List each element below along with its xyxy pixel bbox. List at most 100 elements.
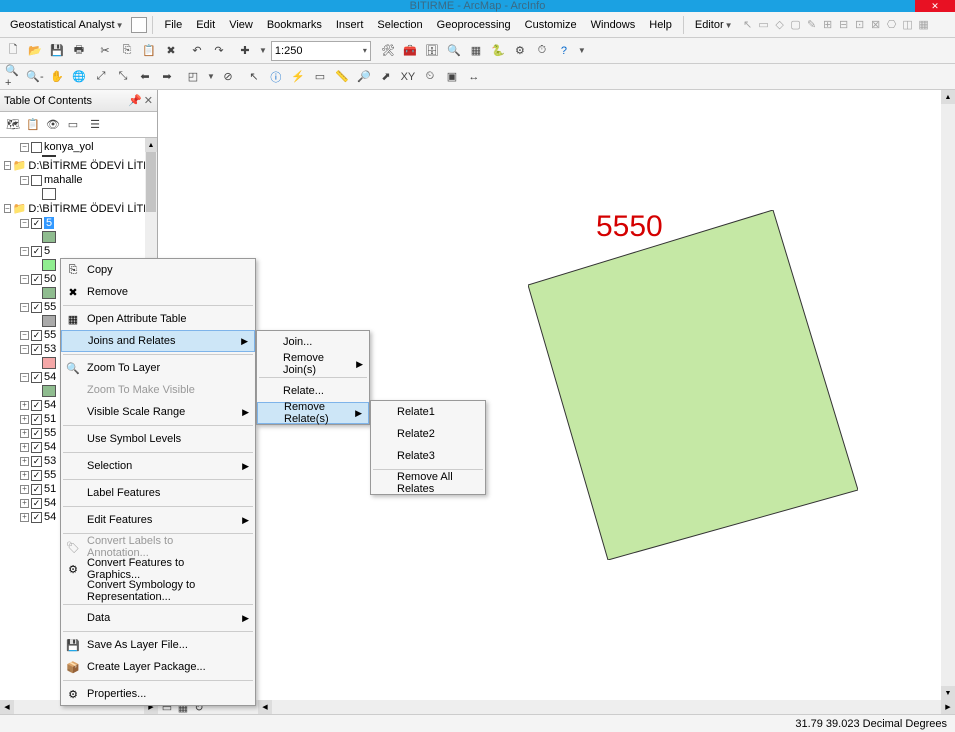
ctx-relate[interactable]: Relate... <box>257 380 369 402</box>
paste-icon[interactable]: 📋 <box>140 42 158 60</box>
ctx-remove-all-relates[interactable]: Remove All Relates <box>371 472 485 494</box>
clear-selection-icon[interactable]: ⊘ <box>219 68 237 86</box>
print-icon[interactable]: 🖶 <box>70 42 88 60</box>
datasource-path-2[interactable]: D:\BİTİRME ÖDEVİ LİTERATÜ <box>28 203 157 215</box>
ctx-remove-joins[interactable]: Remove Join(s)▶ <box>257 353 369 375</box>
scroll-left-icon[interactable]: ◀ <box>258 700 272 714</box>
search-icon[interactable]: 🔍 <box>445 42 463 60</box>
geostat-icon[interactable] <box>131 17 147 33</box>
ctx-selection[interactable]: Selection▶ <box>61 455 255 477</box>
menu-geoprocessing[interactable]: Geoprocessing <box>431 17 517 33</box>
close-panel-icon[interactable]: ✕ <box>144 94 153 107</box>
zoom-out-icon[interactable]: 🔍- <box>26 68 44 86</box>
scroll-right-icon[interactable]: ▶ <box>941 700 955 714</box>
list-by-visibility-icon[interactable]: 👁 <box>44 116 62 134</box>
find-route-icon[interactable]: ⬈ <box>377 68 395 86</box>
ctx-zoom-to-layer[interactable]: 🔍Zoom To Layer <box>61 357 255 379</box>
ctx-properties[interactable]: ⚙Properties... <box>61 683 255 705</box>
zoom-in-icon[interactable]: 🔍+ <box>4 68 22 86</box>
scroll-thumb[interactable] <box>146 152 156 212</box>
ctx-relate1[interactable]: Relate1 <box>371 401 485 423</box>
scroll-up-icon[interactable]: ▲ <box>941 90 955 104</box>
layer-row[interactable]: 55 <box>44 329 56 341</box>
ctx-label-features[interactable]: Label Features <box>61 482 255 504</box>
scroll-down-icon[interactable]: ▼ <box>941 686 955 700</box>
layer-row[interactable]: 53 <box>44 343 56 355</box>
model-icon[interactable]: ⚙ <box>511 42 529 60</box>
swipe-icon[interactable]: ↔ <box>465 68 483 86</box>
layer-row[interactable]: 54 <box>44 511 56 523</box>
html-popup-icon[interactable]: ▭ <box>311 68 329 86</box>
menu-help[interactable]: Help <box>643 17 678 33</box>
next-extent-icon[interactable]: ➡ <box>158 68 176 86</box>
layer-row[interactable]: 5 <box>44 245 50 257</box>
copy-icon[interactable]: ⎘ <box>118 42 136 60</box>
catalog-icon[interactable]: 🗄 <box>423 42 441 60</box>
delete-icon[interactable]: ✖ <box>162 42 180 60</box>
editor-menu[interactable]: Editor▼ <box>689 17 739 33</box>
viewer-window-icon[interactable]: ▣ <box>443 68 461 86</box>
pin-icon[interactable]: 📌 <box>128 94 142 107</box>
menu-file[interactable]: File <box>158 17 188 33</box>
map-hscroll[interactable]: ◀ ▶ <box>258 700 955 714</box>
layer-mahalle[interactable]: mahalle <box>44 174 83 186</box>
layer-row[interactable]: 50 <box>44 273 56 285</box>
scale-combo[interactable]: 1:250 ▾ <box>271 41 371 61</box>
add-data-icon[interactable]: ✚ <box>236 42 254 60</box>
ctx-use-symbol-levels[interactable]: Use Symbol Levels <box>61 428 255 450</box>
list-by-drawing-order-icon[interactable]: 🗺 <box>4 116 22 134</box>
ctx-relate3[interactable]: Relate3 <box>371 445 485 467</box>
layer-selected[interactable]: 5 <box>44 217 54 229</box>
ctx-edit-features[interactable]: Edit Features▶ <box>61 509 255 531</box>
hyperlink-icon[interactable]: ⚡ <box>289 68 307 86</box>
close-button[interactable]: ✕ <box>915 0 955 12</box>
select-elements-icon[interactable]: ↖ <box>245 68 263 86</box>
menu-bookmarks[interactable]: Bookmarks <box>261 17 328 33</box>
cut-icon[interactable]: ✂ <box>96 42 114 60</box>
ctx-visible-scale-range[interactable]: Visible Scale Range▶ <box>61 401 255 423</box>
menu-insert[interactable]: Insert <box>330 17 370 33</box>
menu-selection[interactable]: Selection <box>371 17 428 33</box>
save-icon[interactable]: 💾 <box>48 42 66 60</box>
ctx-open-attribute-table[interactable]: ▦Open Attribute Table <box>61 308 255 330</box>
map-scrollbar-vertical[interactable]: ▲ ▼ <box>941 90 955 700</box>
toolbox-icon[interactable]: 🧰 <box>401 42 419 60</box>
options-icon[interactable]: ☰ <box>86 116 104 134</box>
layer-row[interactable]: 54 <box>44 497 56 509</box>
layer-row[interactable]: 54 <box>44 441 56 453</box>
layer-row[interactable]: 55 <box>44 469 56 481</box>
identify-icon[interactable]: ⓘ <box>267 68 285 86</box>
ctx-remove-relates[interactable]: Remove Relate(s)▶ <box>257 402 369 424</box>
ctx-data[interactable]: Data▶ <box>61 607 255 629</box>
prev-extent-icon[interactable]: ⬅ <box>136 68 154 86</box>
layer-row[interactable]: 55 <box>44 301 56 313</box>
fixed-zoom-out-icon[interactable]: ⤡ <box>114 68 132 86</box>
help-icon[interactable]: ? <box>555 42 573 60</box>
datasource-path-1[interactable]: D:\BİTİRME ÖDEVİ LİTERATÜ <box>28 160 157 172</box>
layer-row[interactable]: 51 <box>44 413 56 425</box>
scroll-up-icon[interactable]: ▲ <box>145 138 157 152</box>
remove-relates-submenu[interactable]: Relate1 Relate2 Relate3 Remove All Relat… <box>370 400 486 495</box>
layer-konya-yol[interactable]: konya_yol <box>44 141 94 153</box>
table-icon[interactable]: ▦ <box>467 42 485 60</box>
measure-icon[interactable]: 📏 <box>333 68 351 86</box>
pan-icon[interactable]: ✋ <box>48 68 66 86</box>
time-slider-icon[interactable]: ⏲ <box>421 68 439 86</box>
full-extent-icon[interactable]: 🌐 <box>70 68 88 86</box>
ctx-save-layer[interactable]: 💾Save As Layer File... <box>61 634 255 656</box>
ctx-convert-features[interactable]: ⚙Convert Features to Graphics... <box>61 558 255 580</box>
ctx-convert-symbology[interactable]: Convert Symbology to Representation... <box>61 580 255 602</box>
fixed-zoom-in-icon[interactable]: ⤢ <box>92 68 110 86</box>
layer-row[interactable]: 51 <box>44 483 56 495</box>
python-icon[interactable]: 🐍 <box>489 42 507 60</box>
select-features-icon[interactable]: ◰ <box>184 68 202 86</box>
layer-context-menu[interactable]: ⎘Copy ✖Remove ▦Open Attribute Table Join… <box>60 258 256 706</box>
undo-icon[interactable]: ↶ <box>188 42 206 60</box>
ctx-create-package[interactable]: 📦Create Layer Package... <box>61 656 255 678</box>
ctx-joins-relates[interactable]: Joins and Relates▶ <box>61 330 255 352</box>
menu-edit[interactable]: Edit <box>190 17 221 33</box>
scroll-left-icon[interactable]: ◀ <box>0 700 14 714</box>
menu-view[interactable]: View <box>223 17 259 33</box>
ctx-join[interactable]: Join... <box>257 331 369 353</box>
go-to-xy-icon[interactable]: XY <box>399 68 417 86</box>
